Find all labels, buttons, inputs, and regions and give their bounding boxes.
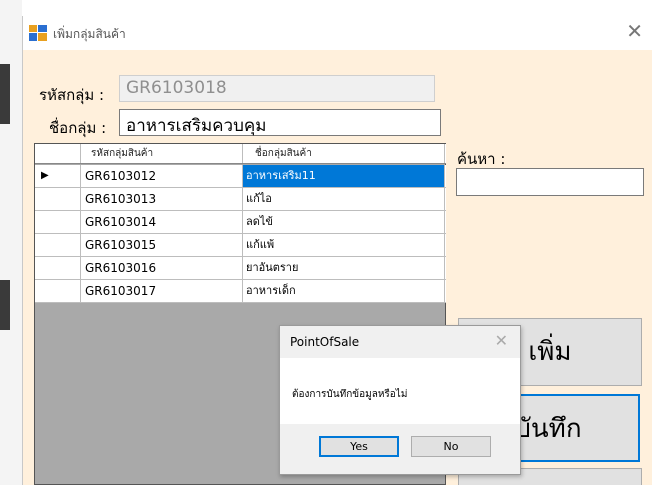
search-input[interactable] bbox=[456, 168, 644, 196]
row-indicator[interactable] bbox=[35, 280, 81, 302]
confirm-dialog: PointOfSale ✕ ต้องการบันทึกข้อมูลหรือไม่… bbox=[279, 325, 521, 475]
background-strip bbox=[0, 64, 10, 124]
cell-name[interactable]: ยาอันตราย bbox=[243, 257, 445, 279]
row-indicator-icon[interactable]: ▶ bbox=[35, 165, 81, 187]
cell-name[interactable]: แก้ไอ bbox=[243, 188, 445, 210]
yes-button[interactable]: Yes bbox=[319, 436, 399, 457]
table-row[interactable]: GR6103017 อาหารเด็ก bbox=[35, 280, 446, 303]
column-header-name[interactable]: ชื่อกลุ่มสินค้า bbox=[243, 144, 445, 163]
window-title: เพิ่มกลุ่มสินค้า bbox=[53, 27, 126, 41]
row-indicator[interactable] bbox=[35, 188, 81, 210]
table-row[interactable]: GR6103014 ลดไข้ bbox=[35, 211, 446, 234]
background-strip bbox=[0, 280, 10, 330]
background-window-edge bbox=[0, 0, 22, 485]
dialog-title: PointOfSale bbox=[290, 335, 360, 349]
row-indicator[interactable] bbox=[35, 211, 81, 233]
group-code-label: รหัสกลุ่ม : bbox=[39, 86, 105, 104]
row-indicator[interactable] bbox=[35, 257, 81, 279]
table-row[interactable]: GR6103015 แก้แพ้ bbox=[35, 234, 446, 257]
title-bar: เพิ่มกลุ่มสินค้า ✕ bbox=[23, 16, 652, 50]
cell-name[interactable]: อาหารเสริม11 bbox=[243, 165, 445, 187]
table-row[interactable]: ▶ GR6103012 อาหารเสริม11 bbox=[35, 165, 446, 188]
cell-code[interactable]: GR6103012 bbox=[81, 165, 243, 187]
cell-code[interactable]: GR6103014 bbox=[81, 211, 243, 233]
dialog-message: ต้องการบันทึกข้อมูลหรือไม่ bbox=[292, 389, 408, 400]
table-row[interactable]: GR6103016 ยาอันตราย bbox=[35, 257, 446, 280]
no-button[interactable]: No bbox=[411, 436, 491, 457]
dialog-body: ต้องการบันทึกข้อมูลหรือไม่ bbox=[280, 358, 520, 424]
close-icon[interactable]: ✕ bbox=[626, 21, 643, 41]
add-group-window: เพิ่มกลุ่มสินค้า ✕ รหัสกลุ่ม : GR6103018… bbox=[22, 16, 652, 485]
table-row[interactable]: GR6103013 แก้ไอ bbox=[35, 188, 446, 211]
group-name-label: ชื่อกลุ่ม : bbox=[49, 119, 107, 137]
cell-name[interactable]: แก้แพ้ bbox=[243, 234, 445, 256]
cell-code[interactable]: GR6103015 bbox=[81, 234, 243, 256]
row-header-column bbox=[35, 144, 81, 163]
cell-code[interactable]: GR6103013 bbox=[81, 188, 243, 210]
column-header-code[interactable]: รหัสกลุ่มสินค้า bbox=[81, 144, 243, 163]
group-name-field[interactable]: อาหารเสริมควบคุม bbox=[119, 109, 441, 136]
cell-name[interactable]: ลดไข้ bbox=[243, 211, 445, 233]
cell-code[interactable]: GR6103016 bbox=[81, 257, 243, 279]
dialog-close-icon[interactable]: ✕ bbox=[495, 331, 508, 350]
group-code-field[interactable]: GR6103018 bbox=[119, 75, 435, 102]
app-icon bbox=[29, 25, 47, 41]
row-indicator[interactable] bbox=[35, 234, 81, 256]
cell-code[interactable]: GR6103017 bbox=[81, 280, 243, 302]
grid-header: รหัสกลุ่มสินค้า ชื่อกลุ่มสินค้า bbox=[35, 144, 446, 164]
cell-name[interactable]: อาหารเด็ก bbox=[243, 280, 445, 302]
